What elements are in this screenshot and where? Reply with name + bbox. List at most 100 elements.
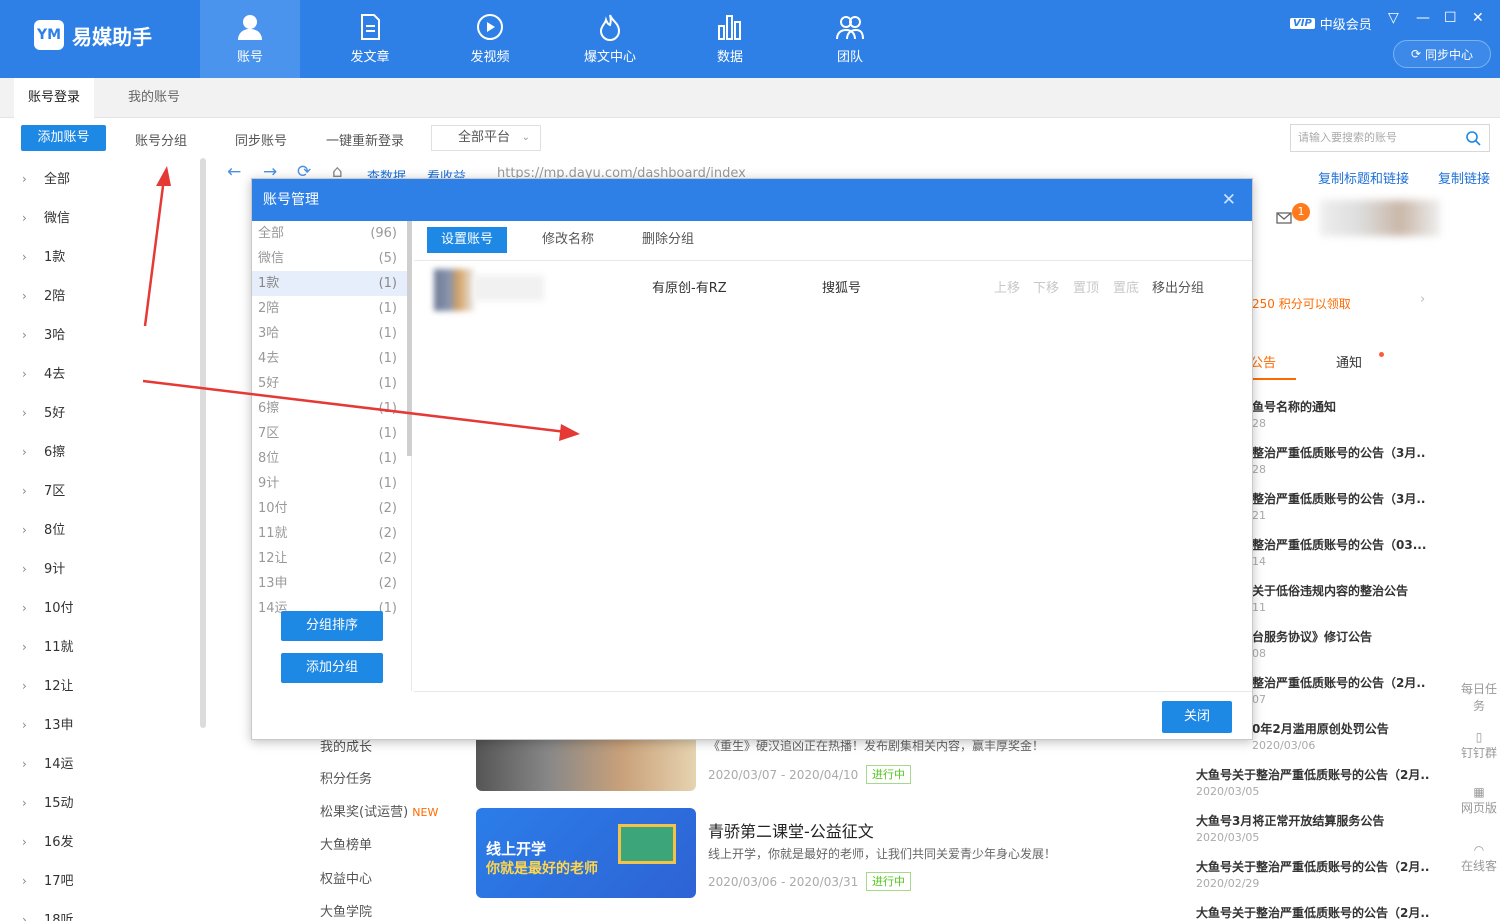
sync-center-button[interactable]: ⟳ 同步中心 [1393, 40, 1491, 68]
add-group-button[interactable]: 添加分组 [281, 653, 383, 683]
notice-title[interactable]: 台服务协议》修订公告 [1252, 628, 1372, 645]
notice-title[interactable]: 0年2月滥用原创处罚公告 [1252, 720, 1389, 737]
sort-groups-button[interactable]: 分组排序 [281, 611, 383, 641]
sidebar-group-item[interactable]: › 9计 [8, 548, 200, 587]
copy-link-button[interactable]: 复制链接 [1438, 168, 1490, 187]
tab-notice[interactable]: 通知 [1336, 352, 1362, 371]
close-window-icon[interactable]: ✕ [1472, 10, 1484, 26]
minimize-icon[interactable]: — [1416, 10, 1430, 26]
sidebar-group-item[interactable]: › 8位 [8, 509, 200, 548]
group-list-item[interactable]: 微信 (5) [252, 246, 411, 271]
chevron-right-icon[interactable]: › [1420, 292, 1425, 307]
nav-tab-data[interactable]: 数据 [680, 0, 780, 78]
nav-tab-video[interactable]: 发视频 [440, 0, 540, 78]
sidebar-group-item[interactable]: › 7区 [8, 470, 200, 509]
sidebar-group-item[interactable]: › 11就 [8, 626, 200, 665]
mail-icon[interactable] [1276, 212, 1292, 226]
link-dayu-academy[interactable]: 大鱼学院 [320, 901, 372, 920]
copy-title-link-button[interactable]: 复制标题和链接 [1318, 168, 1409, 187]
tab-rename[interactable]: 修改名称 [528, 227, 608, 253]
group-list-item[interactable]: 全部 (96) [252, 221, 411, 246]
relogin-all-button[interactable]: 一键重新登录 [326, 130, 404, 149]
notice-title[interactable]: 整治严重低质账号的公告（3月.. [1252, 490, 1425, 507]
move-bottom-button[interactable]: 置底 [1113, 277, 1139, 296]
account-search-input[interactable]: 请输入要搜索的账号 [1290, 124, 1490, 152]
sidebar-group-item[interactable]: › 4去 [8, 353, 200, 392]
notice-title[interactable]: 整治严重低质账号的公告（3月.. [1252, 444, 1425, 461]
sidebar-group-item[interactable]: › 16发 [8, 821, 200, 860]
notice-title[interactable]: 大鱼号关于整治严重低质账号的公告（2月.. [1196, 858, 1429, 875]
nav-tab-team[interactable]: 团队 [800, 0, 900, 78]
event-card-image[interactable] [476, 735, 696, 791]
link-benefits-center[interactable]: 权益中心 [320, 868, 372, 887]
group-list-item[interactable]: 1款 (1) [252, 271, 411, 296]
link-pine-award[interactable]: 松果奖(试运营) NEW [320, 801, 438, 820]
maximize-icon[interactable]: ☐ [1444, 10, 1457, 26]
group-list-item[interactable]: 6擦 (1) [252, 396, 411, 421]
nav-tab-hot[interactable]: 爆文中心 [560, 0, 660, 78]
sidebar-group-item[interactable]: › 5好 [8, 392, 200, 431]
notice-title[interactable]: 关于低俗违规内容的整治公告 [1252, 582, 1408, 599]
remove-from-group-button[interactable]: 移出分组 [1152, 277, 1204, 296]
search-icon[interactable] [1466, 131, 1481, 146]
event-card-image[interactable]: 线上开学 你就是最好的老师 [476, 808, 696, 898]
notice-title[interactable]: 整治严重低质账号的公告（03... [1252, 536, 1426, 553]
member-status[interactable]: VIP 中级会员 [1290, 14, 1372, 33]
tab-announcement[interactable]: 公告 [1250, 352, 1296, 380]
group-list-item[interactable]: 12让 (2) [252, 546, 411, 571]
sidebar-group-item[interactable]: › 10付 [8, 587, 200, 626]
group-list-item[interactable]: 5好 (1) [252, 371, 411, 396]
sync-account-button[interactable]: 同步账号 [235, 130, 287, 149]
dingtalk-float[interactable]: ▯ 钉钉群 [1458, 730, 1500, 761]
notice-title[interactable]: 鱼号名称的通知 [1252, 398, 1336, 415]
tab-my-accounts[interactable]: 我的账号 [114, 78, 194, 118]
sidebar-group-item[interactable]: › 1款 [8, 236, 200, 275]
notice-title[interactable]: 大鱼号关于整治严重低质账号的公告（2月.. [1196, 904, 1429, 921]
link-dayu-ranking[interactable]: 大鱼榜单 [320, 834, 372, 853]
group-list-item[interactable]: 10付 (2) [252, 496, 411, 521]
group-list-item[interactable]: 11就 (2) [252, 521, 411, 546]
notice-title[interactable]: 大鱼号3月将正常开放结算服务公告 [1196, 812, 1384, 829]
nav-tab-account[interactable]: 账号 [200, 0, 300, 78]
sidebar-group-item[interactable]: › 2陪 [8, 275, 200, 314]
online-service-float[interactable]: ◠ 在线客 [1458, 843, 1500, 874]
account-group-button[interactable]: 账号分组 [135, 130, 187, 149]
move-up-button[interactable]: 上移 [994, 277, 1020, 296]
sidebar-group-item[interactable]: › 3哈 [8, 314, 200, 353]
sidebar-group-item[interactable]: › 17吧 [8, 860, 200, 899]
sidebar-group-item[interactable]: › 14运 [8, 743, 200, 782]
daily-task-float[interactable]: 每日任务 [1458, 680, 1500, 714]
move-down-button[interactable]: 下移 [1033, 277, 1059, 296]
sidebar-group-item[interactable]: › 18听 [8, 899, 200, 921]
tab-account-login[interactable]: 账号登录 [14, 78, 95, 118]
notice-title[interactable]: 大鱼号关于整治严重低质账号的公告（2月.. [1196, 766, 1429, 783]
sidebar-group-item[interactable]: › 微信 [8, 197, 200, 236]
sidebar-group-item[interactable]: › 6擦 [8, 431, 200, 470]
group-list-item[interactable]: 7区 (1) [252, 421, 411, 446]
add-account-button[interactable]: 添加账号 [21, 125, 106, 151]
back-arrow-icon[interactable]: ← [227, 162, 241, 182]
tab-set-account[interactable]: 设置账号 [427, 227, 508, 253]
group-list-item[interactable]: 9计 (1) [252, 471, 411, 496]
notice-title[interactable]: 整治严重低质账号的公告（2月.. [1252, 674, 1425, 691]
sidebar-group-item[interactable]: › 全部 [8, 158, 200, 197]
sidebar-group-item[interactable]: › 13申 [8, 704, 200, 743]
dropdown-icon[interactable]: ▽ [1388, 10, 1399, 26]
sidebar-group-item[interactable]: › 15动 [8, 782, 200, 821]
web-version-float[interactable]: ▦ 网页版 [1458, 785, 1500, 816]
sidebar-group-item[interactable]: › 12让 [8, 665, 200, 704]
event2-title[interactable]: 青骄第二课堂-公益征文 [708, 818, 874, 842]
group-list-item[interactable]: 13申 (2) [252, 571, 411, 596]
link-points-tasks[interactable]: 积分任务 [320, 768, 372, 787]
move-top-button[interactable]: 置顶 [1073, 277, 1099, 296]
close-button[interactable]: 关闭 [1162, 701, 1232, 733]
sidebar-scrollbar[interactable] [200, 158, 206, 728]
close-icon[interactable]: ✕ [1222, 179, 1236, 221]
nav-tab-article[interactable]: 发文章 [320, 0, 420, 78]
platform-select[interactable]: 全部平台 ⌄ [431, 125, 541, 151]
group-list-item[interactable]: 3哈 (1) [252, 321, 411, 346]
group-list-item[interactable]: 4去 (1) [252, 346, 411, 371]
tab-delete-group[interactable]: 删除分组 [628, 227, 708, 253]
group-list-scrollbar[interactable] [407, 221, 412, 456]
group-list-item[interactable]: 2陪 (1) [252, 296, 411, 321]
